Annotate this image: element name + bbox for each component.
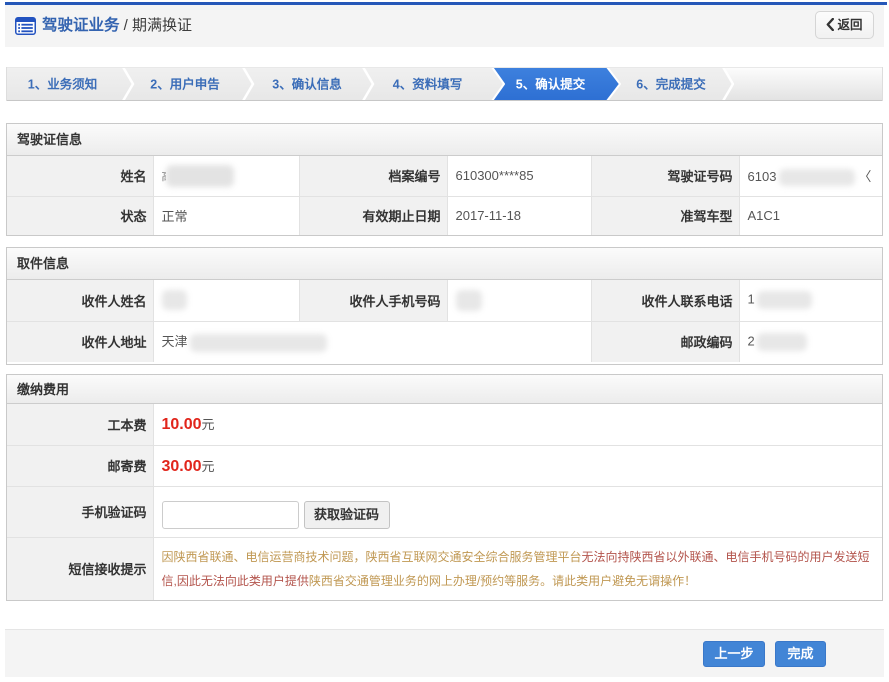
svg-text:1、业务须知: 1、业务须知 xyxy=(28,77,97,92)
svg-text:5、确认提交: 5、确认提交 xyxy=(516,77,586,92)
svg-text:3、确认信息: 3、确认信息 xyxy=(272,77,342,92)
svg-text:6、完成提交: 6、完成提交 xyxy=(636,77,706,92)
svg-text:2、用户申告: 2、用户申告 xyxy=(150,77,220,92)
svg-text:4、资料填写: 4、资料填写 xyxy=(393,77,462,92)
